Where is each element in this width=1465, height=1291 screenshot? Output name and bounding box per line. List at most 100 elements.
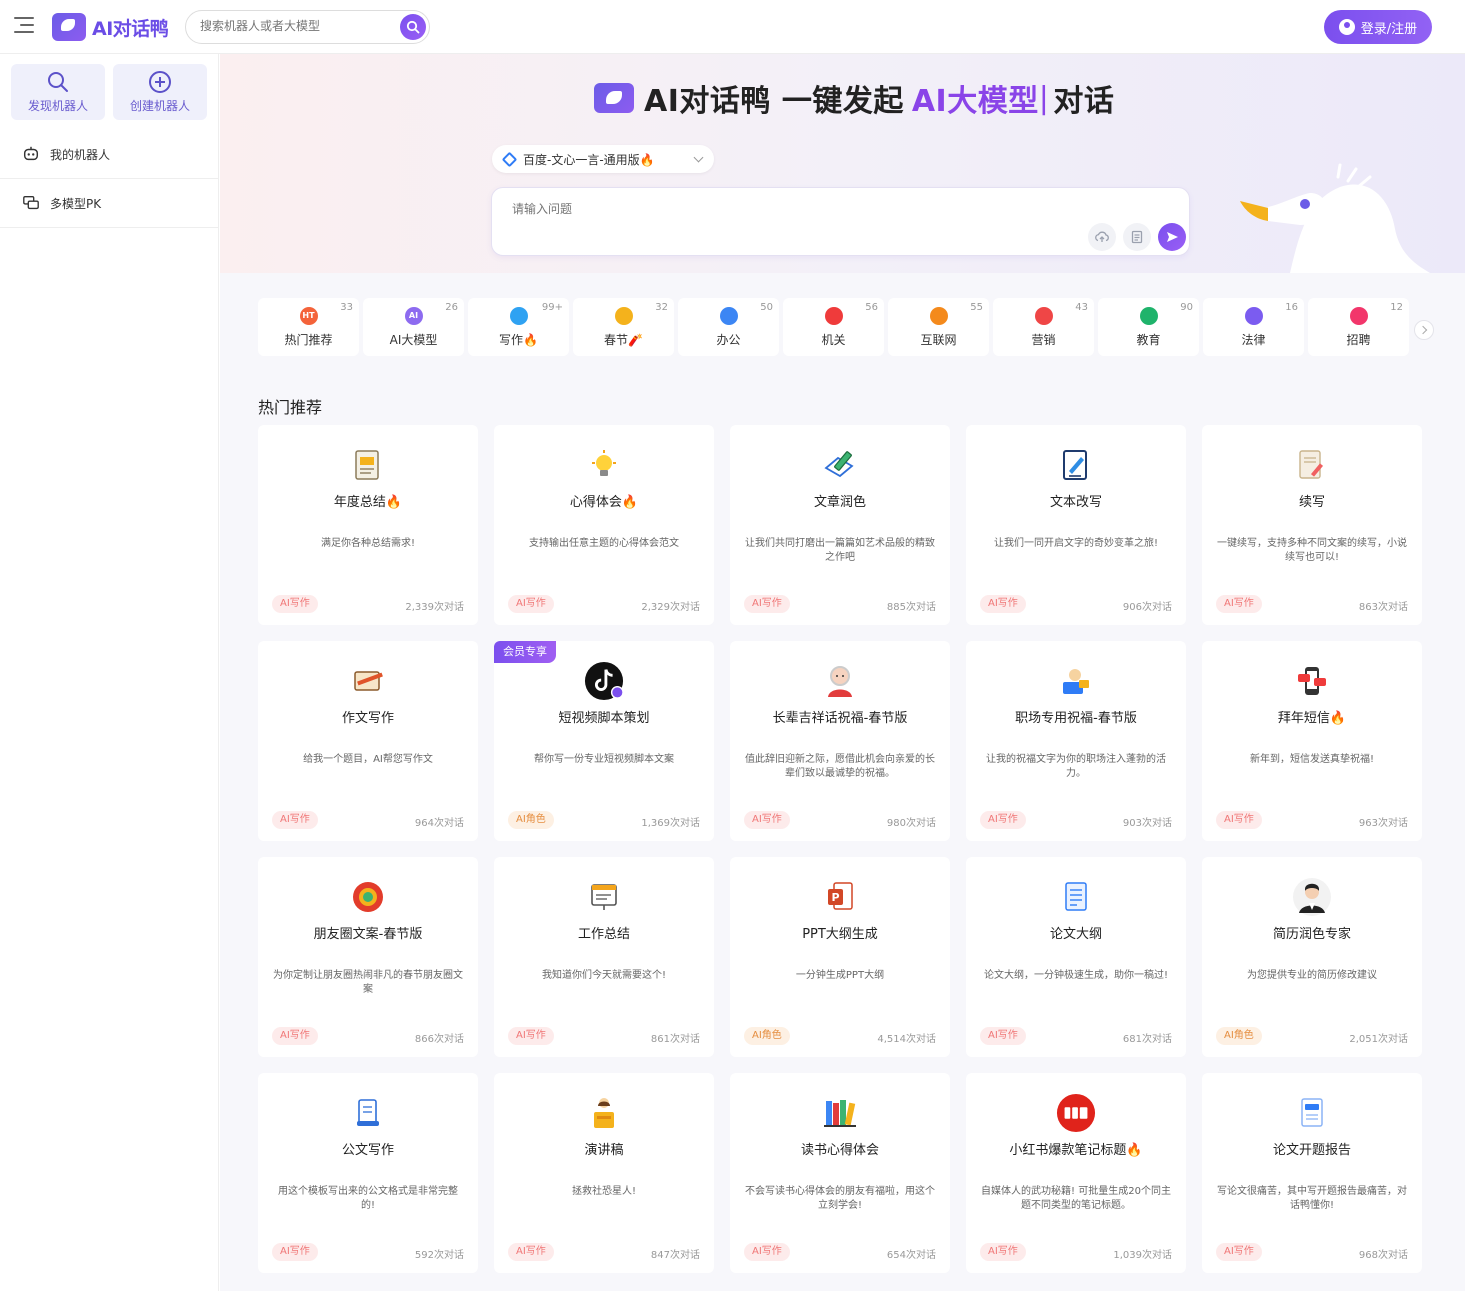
search-box (185, 10, 430, 44)
upload-button[interactable] (1088, 223, 1116, 251)
bot-title: 拜年短信🔥 (1277, 711, 1347, 726)
bot-card[interactable]: P PPT大纲生成 一分钟生成PPT大纲 AI角色 4,514次对话 (730, 857, 950, 1057)
bot-usage-count: 963次对话 (1358, 818, 1408, 829)
lightbulb-icon (584, 445, 624, 485)
bot-description: 论文大纲，一分钟极速生成，助你一稿过! (983, 970, 1168, 981)
bot-card[interactable]: 工作总结 我知道你们今天就需要这个! AI写作 861次对话 (494, 857, 714, 1057)
bot-card[interactable]: 演讲稿 拯救社恐星人! AI写作 847次对话 (494, 1073, 714, 1273)
bot-tag: AI角色 (1216, 1027, 1262, 1045)
bot-usage-count: 2,051次对话 (1349, 1034, 1408, 1045)
bot-card[interactable]: 文章润色 让我们共同打磨出一篇篇如艺术品般的精致之作吧 AI写作 885次对话 (730, 425, 950, 625)
bot-tag: AI角色 (508, 811, 554, 829)
section-title: 热门推荐 (258, 398, 323, 417)
bot-title: 文本改写 (1049, 495, 1102, 510)
category-tab[interactable]: 50 办公 (678, 298, 779, 356)
bot-title: 职场专用祝福-春节版 (1015, 711, 1137, 726)
category-tab[interactable]: 90 教育 (1098, 298, 1199, 356)
robot-icon (23, 146, 39, 161)
category-label: 教育 (1136, 332, 1161, 347)
bot-card[interactable]: 年度总结🔥 满足你各种总结需求! AI写作 2,339次对话 (258, 425, 478, 625)
bot-usage-count: 4,514次对话 (877, 1034, 936, 1045)
search-button[interactable] (400, 14, 426, 40)
category-count: 55 (970, 302, 983, 313)
document-button[interactable] (1123, 223, 1151, 251)
bot-tag: AI写作 (980, 1027, 1026, 1045)
bot-card[interactable]: 论文开题报告 写论文很痛苦，其中写开题报告最痛苦，对话鸭懂你! AI写作 968次对话 (1202, 1073, 1422, 1273)
logo[interactable]: AI对话鸭 (52, 13, 169, 41)
category-icon (1349, 306, 1368, 325)
bot-title: 论文开题报告 (1272, 1143, 1351, 1158)
search-input[interactable] (200, 19, 390, 33)
category-tab[interactable]: 43 营销 (993, 298, 1094, 356)
top-bar: AI对话鸭 登录/注册 (0, 0, 1465, 54)
bot-description: 给我一个题目，AI帮您写作文 (303, 754, 433, 765)
bot-card[interactable]: 文本改写 让我们一同开启文字的奇妙变革之旅! AI写作 906次对话 (966, 425, 1186, 625)
bot-usage-count: 980次对话 (886, 818, 936, 829)
chat-compare-icon (23, 196, 39, 210)
main-content: AI对话鸭 一键发起 AI大模型 | 对话 百度-文心一言-通用版🔥 请输入问题… (220, 54, 1465, 1291)
bot-card[interactable]: 心得体会🔥 支持输出任意主题的心得体会范文 AI写作 2,329次对话 (494, 425, 714, 625)
bot-tag: AI写作 (980, 811, 1026, 829)
category-tab[interactable]: 99+ 写作🔥 (468, 298, 569, 356)
notebook-pen-icon (348, 661, 388, 701)
bot-card[interactable]: 公文写作 用这个模板写出来的公文格式是非常完整的! AI写作 592次对话 (258, 1073, 478, 1273)
category-tab[interactable]: 16 法律 (1203, 298, 1304, 356)
sidebar-item-multi-model-pk[interactable]: 多模型PK (0, 179, 218, 228)
bot-usage-count: 968次对话 (1358, 1250, 1408, 1261)
bot-card[interactable]: 职场专用祝福-春节版 让我的祝福文字为你的职场注入蓬勃的活力。 AI写作 903次对话 (966, 641, 1186, 841)
bot-card[interactable]: 论文大纲 论文大纲，一分钟极速生成，助你一稿过! AI写作 681次对话 (966, 857, 1186, 1057)
category-tab[interactable]: 32 春节🧨 (573, 298, 674, 356)
discover-bots-button[interactable]: 发现机器人 (11, 64, 105, 120)
category-tab[interactable]: 55 互联网 (888, 298, 989, 356)
category-next-button[interactable] (1414, 320, 1434, 340)
category-tab[interactable]: 26 AI AI大模型 (363, 298, 464, 356)
bot-card[interactable]: 拜年短信🔥 新年到，短信发送真挚祝福! AI写作 963次对话 (1202, 641, 1422, 841)
plus-circle-icon (149, 71, 171, 93)
podium-speaker-icon (584, 1093, 624, 1133)
bot-tag: AI写作 (744, 811, 790, 829)
sidebar-item-my-bots[interactable]: 我的机器人 (0, 130, 218, 179)
model-select[interactable]: 百度-文心一言-通用版🔥 (492, 145, 714, 173)
bot-card[interactable]: 会员专享 短视频脚本策划 帮你写一份专业短视频脚本文案 AI角色 1,369次对话 (494, 641, 714, 841)
bot-card[interactable]: 续写 一键续写，支持多种不同文案的续写，小说续写也可以! AI写作 863次对话 (1202, 425, 1422, 625)
bot-card[interactable]: 作文写作 给我一个题目，AI帮您写作文 AI写作 964次对话 (258, 641, 478, 841)
bot-card[interactable]: 朋友圈文案-春节版 为你定制让朋友圈热闹非凡的春节朋友圈文案 AI写作 866次对话 (258, 857, 478, 1057)
create-bot-button[interactable]: 创建机器人 (113, 64, 207, 120)
bot-card[interactable]: 简历润色专家 为您提供专业的简历修改建议 AI角色 2,051次对话 (1202, 857, 1422, 1057)
bot-description: 让我们一同开启文字的奇妙变革之旅! (993, 538, 1158, 549)
logo-text: AI对话鸭 (92, 17, 169, 40)
category-tab[interactable]: 56 机关 (783, 298, 884, 356)
bot-title: 读书心得体会 (800, 1143, 879, 1158)
category-tab[interactable]: 33 HT 热门推荐 (258, 298, 359, 356)
login-register-button[interactable]: 登录/注册 (1324, 10, 1432, 44)
category-tabs: 33 HT 热门推荐 26 AI AI大模型 99+ 写作🔥 32 春节🧨 50 办公 56 机关 55 互联… (258, 298, 1418, 360)
category-label: 热门推荐 (284, 332, 333, 347)
bot-title: 工作总结 (577, 927, 630, 942)
category-tab[interactable]: 12 招聘 (1308, 298, 1409, 356)
bot-usage-count: 592次对话 (414, 1250, 464, 1261)
category-label: 营销 (1031, 332, 1056, 347)
create-bot-label: 创建机器人 (129, 99, 190, 113)
edit-doc-icon (1056, 445, 1096, 485)
bot-tag: AI写作 (744, 595, 790, 613)
category-label: 法律 (1241, 332, 1266, 347)
menu-toggle-icon[interactable] (14, 17, 34, 37)
bot-card[interactable]: 小红书爆款笔记标题🔥 自媒体人的武功秘籍! 可批量生成20个同主题不同类型的笔记标… (966, 1073, 1186, 1273)
office-worker-icon (1056, 661, 1096, 701)
category-count: 50 (760, 302, 773, 313)
bot-title: 演讲稿 (584, 1143, 624, 1158)
bot-card[interactable]: 长辈吉祥话祝福-春节版 值此辞旧迎新之际，愿借此机会向亲爱的长辈们致以最诚挚的祝福… (730, 641, 950, 841)
bot-card[interactable]: 读书心得体会 不会写读书心得体会的朋友有福啦，用这个立刻学会! AI写作 654次对话 (730, 1073, 950, 1273)
bot-title: 短视频脚本策划 (558, 711, 650, 726)
bot-description: 值此辞旧迎新之际，愿借此机会向亲爱的长辈们致以最诚挚的祝福。 (745, 754, 935, 779)
category-count: 26 (445, 302, 458, 313)
question-input[interactable] (512, 200, 1072, 230)
search-icon (406, 20, 420, 34)
bot-usage-count: 1,369次对话 (641, 818, 700, 829)
duck-logo-icon (52, 13, 86, 41)
category-count: 43 (1075, 302, 1088, 313)
report-icon (348, 445, 388, 485)
category-count: 33 (340, 302, 353, 313)
category-label: 机关 (821, 332, 846, 347)
send-button[interactable] (1158, 223, 1186, 251)
